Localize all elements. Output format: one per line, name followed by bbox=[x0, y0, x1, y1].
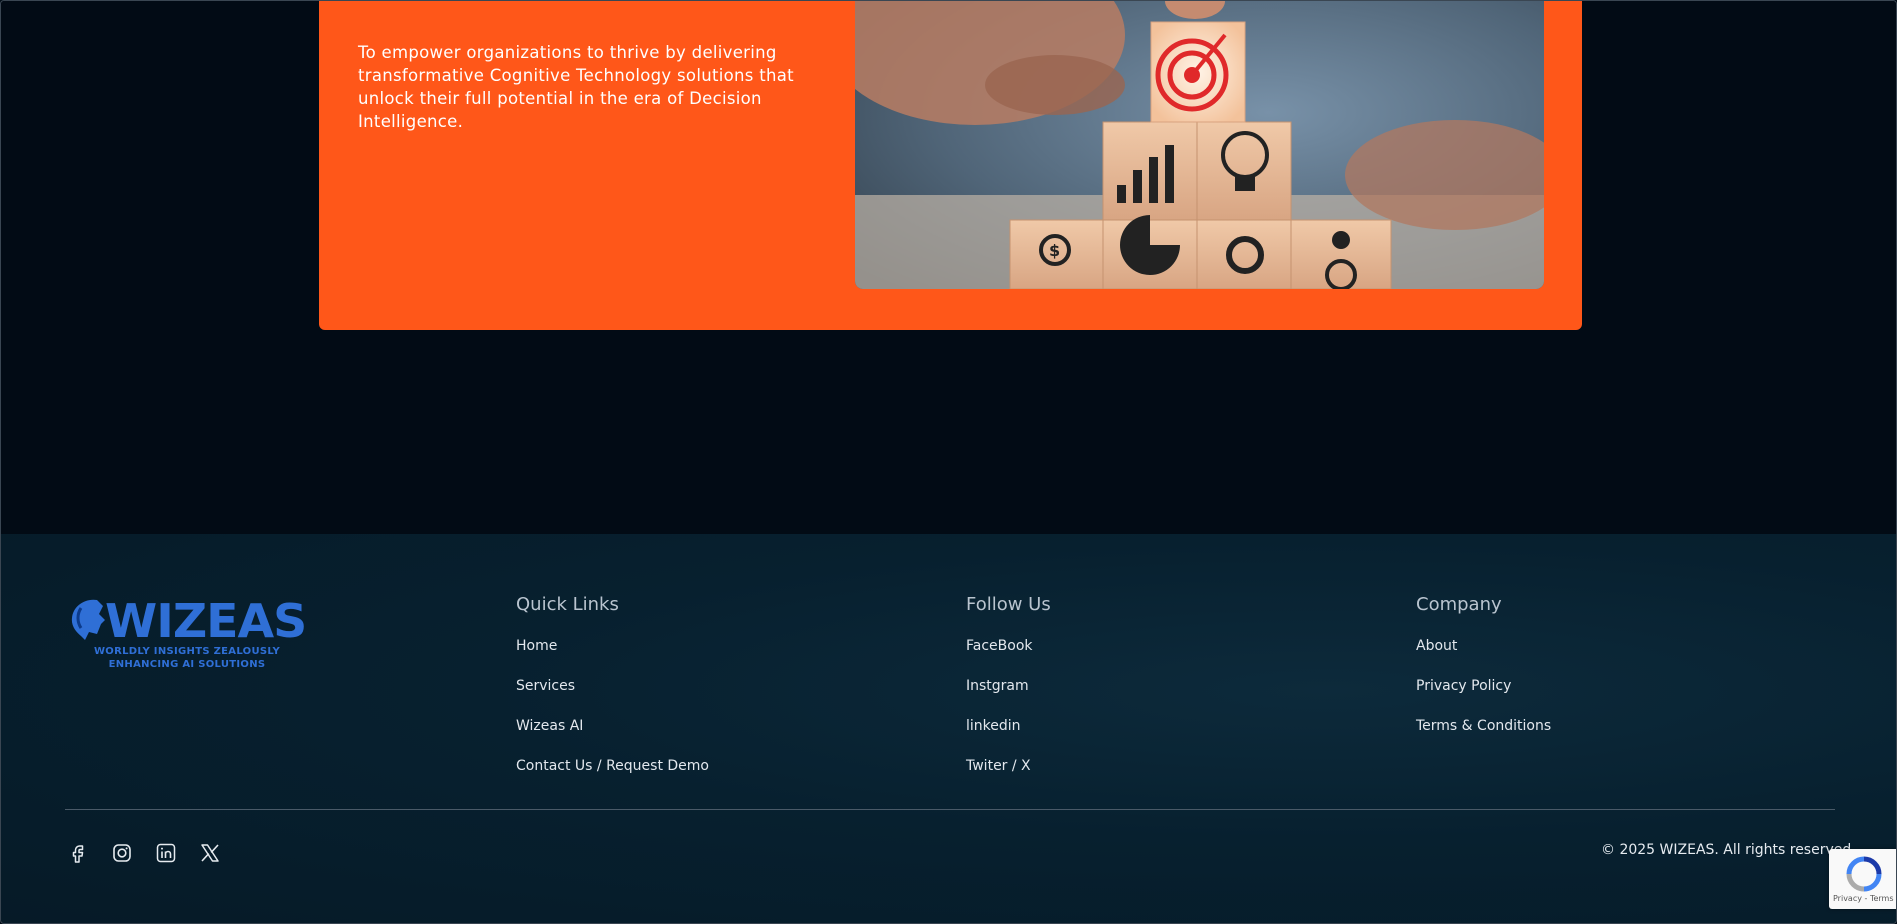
facebook-icon[interactable] bbox=[67, 842, 89, 864]
logo-tagline-line2: ENHANCING AI SOLUTIONS bbox=[108, 659, 266, 670]
follow-us-column: Follow Us FaceBook Instgram linkedin Twi… bbox=[966, 594, 1051, 775]
footer-link-about[interactable]: About bbox=[1416, 637, 1551, 655]
footer-link-linkedin[interactable]: linkedin bbox=[966, 717, 1051, 735]
wizeas-logo[interactable]: WIZEAS WORLDLY INSIGHTS ZEALOUSLY ENHANC… bbox=[67, 594, 307, 670]
quick-links-column: Quick Links Home Services Wizeas AI Cont… bbox=[516, 594, 709, 775]
mission-section: To empower organizations to thrive by de… bbox=[1, 1, 1896, 534]
recaptcha-links[interactable]: Privacy - Terms bbox=[1833, 894, 1894, 903]
x-icon[interactable] bbox=[199, 842, 221, 864]
company-title: Company bbox=[1416, 594, 1502, 615]
footer-link-privacy-policy[interactable]: Privacy Policy bbox=[1416, 677, 1551, 695]
company-column: Company About Privacy Policy Terms & Con… bbox=[1416, 594, 1551, 735]
linkedin-icon[interactable] bbox=[155, 842, 177, 864]
instagram-icon[interactable] bbox=[111, 842, 133, 864]
follow-us-title: Follow Us bbox=[966, 594, 1051, 615]
footer-link-services[interactable]: Services bbox=[516, 677, 709, 695]
recaptcha-badge[interactable]: Privacy - Terms bbox=[1829, 849, 1896, 909]
copyright-text: © 2025 WIZEAS. All rights reserved. bbox=[1601, 842, 1856, 858]
mission-statement: To empower organizations to thrive by de… bbox=[358, 42, 794, 131]
quick-links-title: Quick Links bbox=[516, 594, 619, 615]
footer-link-facebook[interactable]: FaceBook bbox=[966, 637, 1051, 655]
wooden-blocks-illustration: $ bbox=[855, 1, 1544, 289]
logo-wordmark: WIZEAS bbox=[105, 594, 307, 648]
page-frame: To empower organizations to thrive by de… bbox=[0, 0, 1897, 924]
mission-image: $ bbox=[855, 1, 1544, 289]
footer-link-contact[interactable]: Contact Us / Request Demo bbox=[516, 757, 709, 775]
logo-tagline-line1: WORLDLY INSIGHTS ZEALOUSLY bbox=[93, 646, 281, 657]
footer-link-instagram[interactable]: Instgram bbox=[966, 677, 1051, 695]
footer-link-home[interactable]: Home bbox=[516, 637, 709, 655]
footer-link-wizeas-ai[interactable]: Wizeas AI bbox=[516, 717, 709, 735]
footer-link-twitter[interactable]: Twiter / X bbox=[966, 757, 1051, 775]
footer-link-terms[interactable]: Terms & Conditions bbox=[1416, 717, 1551, 735]
svg-text:$: $ bbox=[1049, 241, 1060, 260]
site-footer: WIZEAS WORLDLY INSIGHTS ZEALOUSLY ENHANC… bbox=[1, 534, 1896, 923]
recaptcha-icon bbox=[1846, 856, 1882, 892]
lion-head-icon bbox=[71, 599, 105, 640]
footer-divider bbox=[65, 809, 1835, 810]
mission-card: To empower organizations to thrive by de… bbox=[319, 1, 1582, 330]
